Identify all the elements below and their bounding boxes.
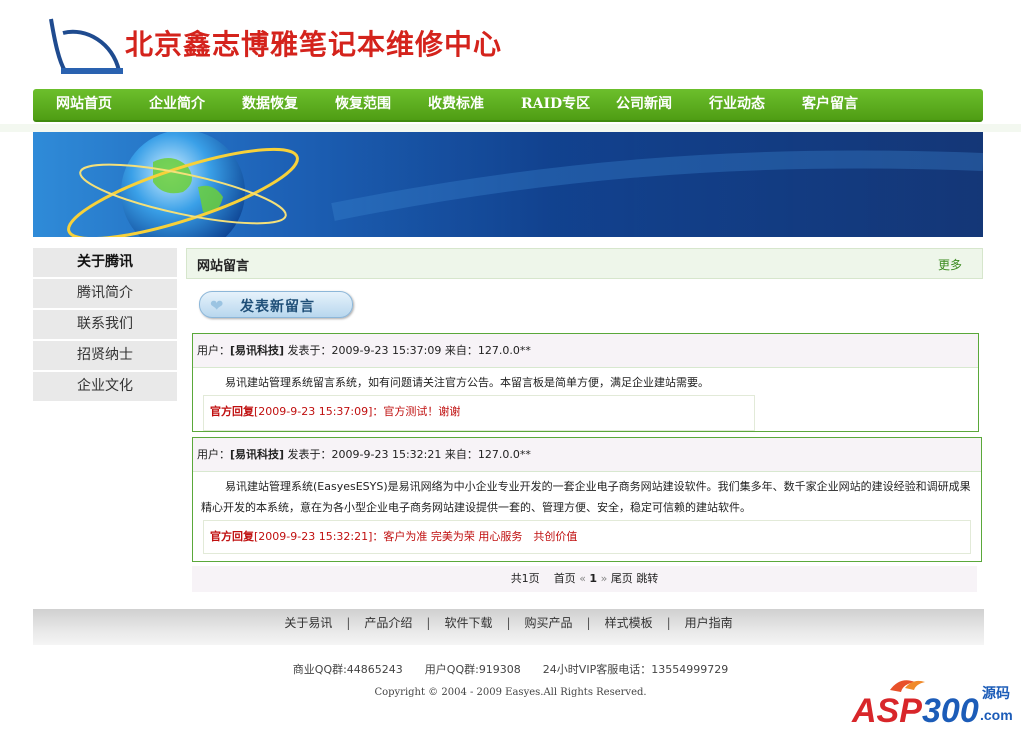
pager-prev[interactable]: « xyxy=(579,572,586,585)
sidebar-item-contact[interactable]: 联系我们 xyxy=(33,310,177,341)
official-reply: 官方回复[2009-9-23 15:37:09]：官方测试！谢谢 xyxy=(203,395,755,431)
svg-text:源码: 源码 xyxy=(982,685,1010,702)
footer-contact-info: 商业QQ群:44865243 用户QQ群:919308 24小时VIP客服电话：… xyxy=(292,663,729,676)
footer-sep: | xyxy=(426,616,431,630)
site-name: 北京鑫志博雅笔记本维修中心 xyxy=(125,28,503,61)
main-section-header: 网站留言 更多 xyxy=(186,248,983,279)
post-message-label: 发表新留言 xyxy=(240,299,315,315)
nav-raid[interactable]: RAID专区 xyxy=(521,89,590,120)
sidebar-item-jobs[interactable]: 招贤纳士 xyxy=(33,341,177,372)
globe-banner-image xyxy=(67,132,983,237)
post-message-button[interactable]: ❤ 发表新留言 xyxy=(199,291,353,318)
svg-text:.com: .com xyxy=(980,707,1013,723)
message-user: [易讯科技] xyxy=(230,448,285,461)
pager-first[interactable]: 首页 xyxy=(554,572,576,585)
message-meta: 发表于：2009-9-23 15:37:09 来自：127.0.0** xyxy=(284,344,531,357)
footer-link-guide[interactable]: 用户指南 xyxy=(685,616,733,630)
main-nav: 网站首页 企业简介 数据恢复 恢复范围 收费标准 RAID专区 公司新闻 行业动… xyxy=(33,89,983,122)
message-user-prefix: 用户： xyxy=(197,344,230,357)
footer-link-about[interactable]: 关于易讯 xyxy=(284,616,332,630)
message-item: 用户：[易讯科技] 发表于：2009-9-23 15:32:21 来自：127.… xyxy=(192,437,982,562)
pager-total: 共1页 xyxy=(510,572,540,585)
message-header: 用户：[易讯科技] 发表于：2009-9-23 15:37:09 来自：127.… xyxy=(193,334,978,368)
reply-text: [2009-9-23 15:37:09]：官方测试！谢谢 xyxy=(254,405,461,418)
footer-sep: | xyxy=(666,616,671,630)
message-item: 用户：[易讯科技] 发表于：2009-9-23 15:37:09 来自：127.… xyxy=(192,333,979,432)
sidebar-item-intro[interactable]: 腾讯简介 xyxy=(33,279,177,310)
sidebar-item-culture[interactable]: 企业文化 xyxy=(33,372,177,403)
pager-last[interactable]: 尾页 xyxy=(611,572,633,585)
nav-company-news[interactable]: 公司新闻 xyxy=(616,89,672,120)
nav-home[interactable]: 网站首页 xyxy=(56,89,112,120)
reply-label: 官方回复 xyxy=(210,530,254,543)
page-title: 网站留言 xyxy=(197,259,250,274)
footer-sep: | xyxy=(346,616,351,630)
footer-sep: | xyxy=(586,616,591,630)
message-user-prefix: 用户： xyxy=(197,448,230,461)
sidebar: 关于腾讯 腾讯简介 联系我们 招贤纳士 企业文化 xyxy=(33,248,177,403)
message-body: 易讯建站管理系统(EasyesESYS)是易讯网络为中小企业专业开发的一套企业电… xyxy=(201,480,971,514)
pager-jump[interactable]: 跳转 xyxy=(636,572,658,585)
asp300-watermark-logo: ASP 300 源码 .com xyxy=(851,680,1013,728)
nav-pricing[interactable]: 收费标准 xyxy=(428,89,484,120)
pagination: 共1页 首页 « 1 » 尾页 跳转 xyxy=(192,566,977,592)
message-meta: 发表于：2009-9-23 15:32:21 来自：127.0.0** xyxy=(284,448,531,461)
svg-text:300: 300 xyxy=(922,692,979,728)
reply-text: [2009-9-23 15:32:21]：客户为准 完美为荣 用心服务 共创价值 xyxy=(254,530,578,543)
nav-data-recovery[interactable]: 数据恢复 xyxy=(242,89,298,120)
message-user: [易讯科技] xyxy=(230,344,285,357)
sidebar-title: 关于腾讯 xyxy=(33,248,177,279)
footer-link-download[interactable]: 软件下载 xyxy=(444,616,492,630)
message-header: 用户：[易讯科技] 发表于：2009-9-23 15:32:21 来自：127.… xyxy=(193,438,981,472)
header-stripe xyxy=(0,124,1021,132)
footer-sep: | xyxy=(506,616,511,630)
reply-label: 官方回复 xyxy=(210,405,254,418)
nav-about[interactable]: 企业简介 xyxy=(149,89,205,120)
footer-links: 关于易讯 | 产品介绍 | 软件下载 | 购买产品 | 样式模板 | 用户指南 xyxy=(33,614,984,631)
heart-icon: ❤ xyxy=(210,296,224,315)
nav-guestbook[interactable]: 客户留言 xyxy=(802,89,858,120)
footer-bar: 关于易讯 | 产品介绍 | 软件下载 | 购买产品 | 样式模板 | 用户指南 xyxy=(33,609,984,645)
pager-next[interactable]: » xyxy=(601,572,608,585)
pager-current: 1 xyxy=(589,572,598,585)
message-body: 易讯建站管理系统留言系统，如有问题请关注官方公告。本留言板是简单方便，满足企业建… xyxy=(225,376,709,389)
footer-link-templates[interactable]: 样式模板 xyxy=(605,616,653,630)
footer-link-products[interactable]: 产品介绍 xyxy=(364,616,412,630)
official-reply: 官方回复[2009-9-23 15:32:21]：客户为准 完美为荣 用心服务 … xyxy=(203,520,971,554)
banner xyxy=(33,132,983,237)
svg-text:ASP: ASP xyxy=(851,692,922,728)
more-link[interactable]: 更多 xyxy=(938,256,962,273)
nav-industry[interactable]: 行业动态 xyxy=(709,89,765,120)
laptop-logo-icon xyxy=(49,18,123,74)
site-logo[interactable]: 北京鑫志博雅笔记本维修中心 xyxy=(33,9,501,79)
nav-recovery-scope[interactable]: 恢复范围 xyxy=(335,89,391,120)
footer-link-buy[interactable]: 购买产品 xyxy=(525,616,573,630)
